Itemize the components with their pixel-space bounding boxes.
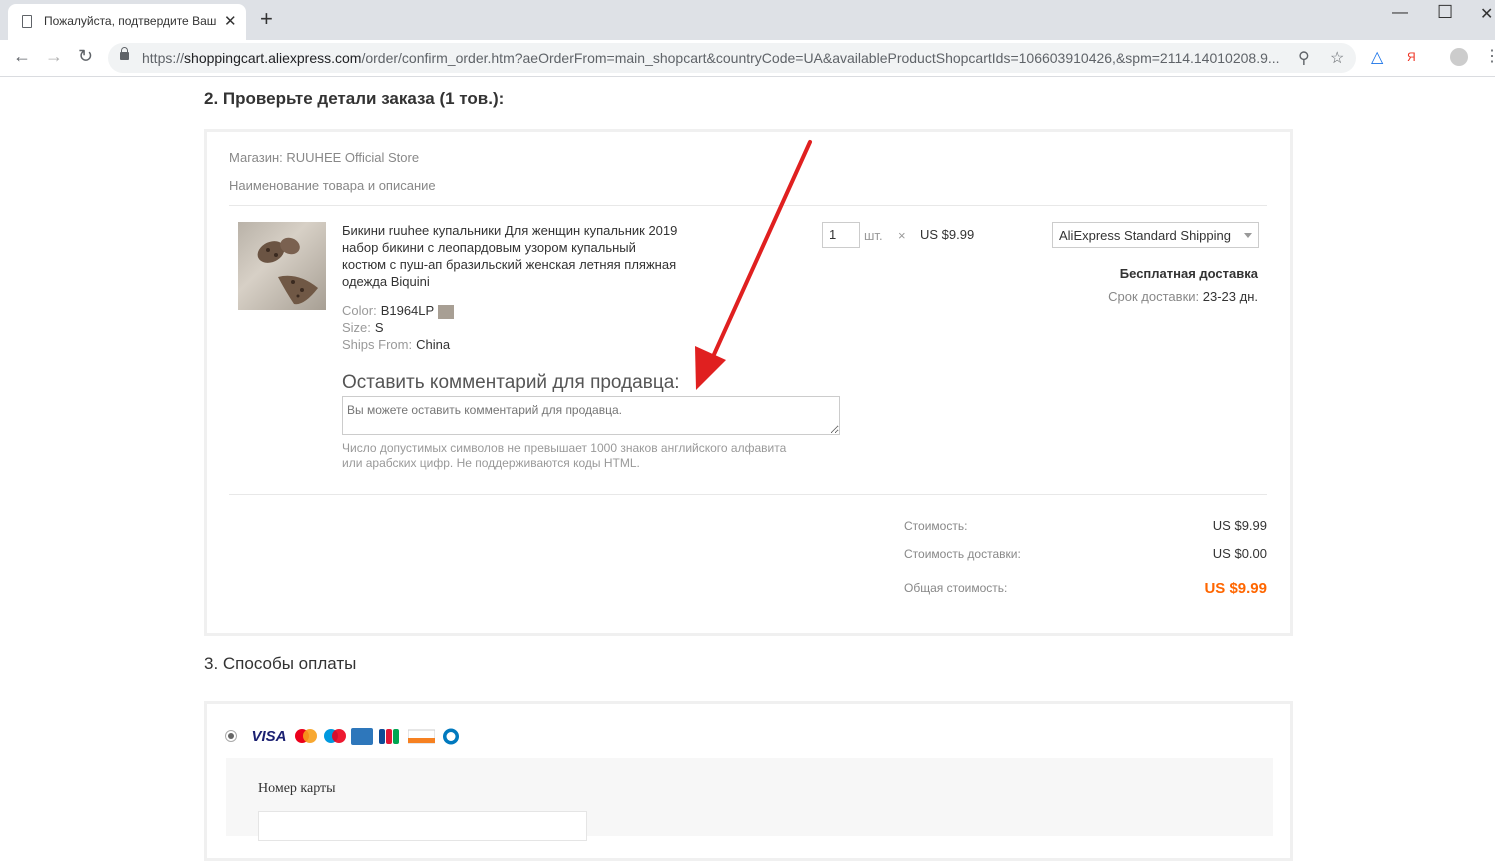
card-number-label: Номер карты — [258, 781, 336, 796]
mastercard-icon — [293, 728, 319, 745]
total-label: Общая стоимость: — [904, 581, 1008, 595]
tab-title: Пожалуйста, подтвердите Ваш з — [44, 14, 216, 28]
window-close-icon[interactable]: ✕ — [1480, 4, 1493, 24]
cost-label: Стоимость: — [904, 519, 968, 533]
browser-toolbar: ← → ↻ https://shoppingcart.aliexpress.co… — [0, 40, 1495, 77]
free-delivery-label: Бесплатная доставка — [1119, 266, 1258, 281]
shipping-method-select[interactable]: AliExpress Standard Shipping — [1052, 222, 1259, 248]
total-value: US $9.99 — [1204, 580, 1267, 597]
product-size: Size: S — [342, 320, 384, 335]
diners-club-icon — [442, 728, 460, 745]
bookmark-star-icon[interactable]: ☆ — [1330, 48, 1344, 68]
bikini-image-icon — [257, 237, 318, 305]
product-thumbnail[interactable] — [238, 222, 326, 310]
comment-title: Оставить комментарий для продавца: — [342, 372, 680, 393]
page-icon — [22, 15, 32, 28]
quantity-input[interactable]: 1 — [822, 222, 860, 248]
payment-card-radio[interactable] — [225, 730, 237, 742]
seller-comment-textarea[interactable] — [342, 396, 840, 435]
browser-tab[interactable]: Пожалуйста, подтвердите Ваш з ✕ — [8, 4, 246, 40]
url-text[interactable]: https://shoppingcart.aliexpress.com/orde… — [142, 50, 1282, 66]
dropdown-arrow-icon — [1244, 233, 1252, 238]
product-color: Color: B1964LP — [342, 303, 455, 319]
yandex-extension-icon[interactable]: Я — [1407, 50, 1416, 64]
card-number-input[interactable] — [258, 811, 587, 841]
minimize-icon[interactable]: — — [1392, 4, 1408, 22]
zoom-icon[interactable]: ⚲ — [1298, 48, 1310, 68]
divider — [229, 205, 1267, 206]
shipping-cost-label: Стоимость доставки: — [904, 547, 1021, 561]
multiply-sign: × — [898, 228, 906, 243]
address-bar[interactable]: https://shoppingcart.aliexpress.com/orde… — [108, 43, 1356, 73]
section-payment-heading: 3. Способы оплаты — [204, 654, 357, 673]
store-line: Магазин: RUUHEE Official Store — [229, 150, 420, 165]
profile-avatar[interactable] — [1450, 48, 1468, 66]
visa-icon: VISA — [251, 728, 287, 745]
unit-price: US $9.99 — [920, 227, 975, 242]
comment-hint: Число допустимых символов не превышает 1… — [342, 441, 787, 470]
back-icon[interactable]: ← — [13, 46, 31, 67]
maximize-icon[interactable]: ☐ — [1437, 2, 1453, 23]
product-ships-from: Ships From: China — [342, 337, 451, 352]
reload-icon[interactable]: ↻ — [78, 46, 93, 67]
menu-kebab-icon[interactable]: ⋮ — [1484, 46, 1495, 66]
divider — [229, 494, 1267, 495]
forward-icon[interactable]: → — [45, 46, 63, 67]
discover-icon — [408, 728, 435, 745]
extension-triangle-icon[interactable]: △ — [1371, 47, 1383, 67]
new-tab-icon[interactable]: + — [260, 8, 273, 30]
browser-tabbar: Пожалуйста, подтвердите Ваш з ✕ + — ☐ ✕ — [0, 0, 1495, 40]
close-tab-icon[interactable]: ✕ — [224, 12, 237, 30]
store-name-link[interactable]: RUUHEE Official Store — [286, 150, 419, 165]
delivery-time: Срок доставки: 23-23 дн. — [1108, 289, 1258, 304]
cost-value: US $9.99 — [1212, 518, 1267, 533]
jcb-icon — [378, 728, 400, 745]
maestro-icon — [322, 728, 348, 745]
product-title-link[interactable]: Бикини ruuhee купальники Для женщин купа… — [342, 222, 682, 290]
column-header: Наименование товара и описание — [229, 178, 436, 193]
section-order-details-heading: 2. Проверьте детали заказа (1 тов.): — [204, 89, 505, 108]
amex-icon — [351, 728, 373, 745]
lock-icon — [120, 47, 129, 60]
quantity-unit: шт. — [864, 228, 883, 243]
color-swatch — [438, 304, 455, 319]
shipping-cost-value: US $0.00 — [1212, 546, 1267, 561]
shipping-method-value: AliExpress Standard Shipping — [1059, 228, 1231, 243]
